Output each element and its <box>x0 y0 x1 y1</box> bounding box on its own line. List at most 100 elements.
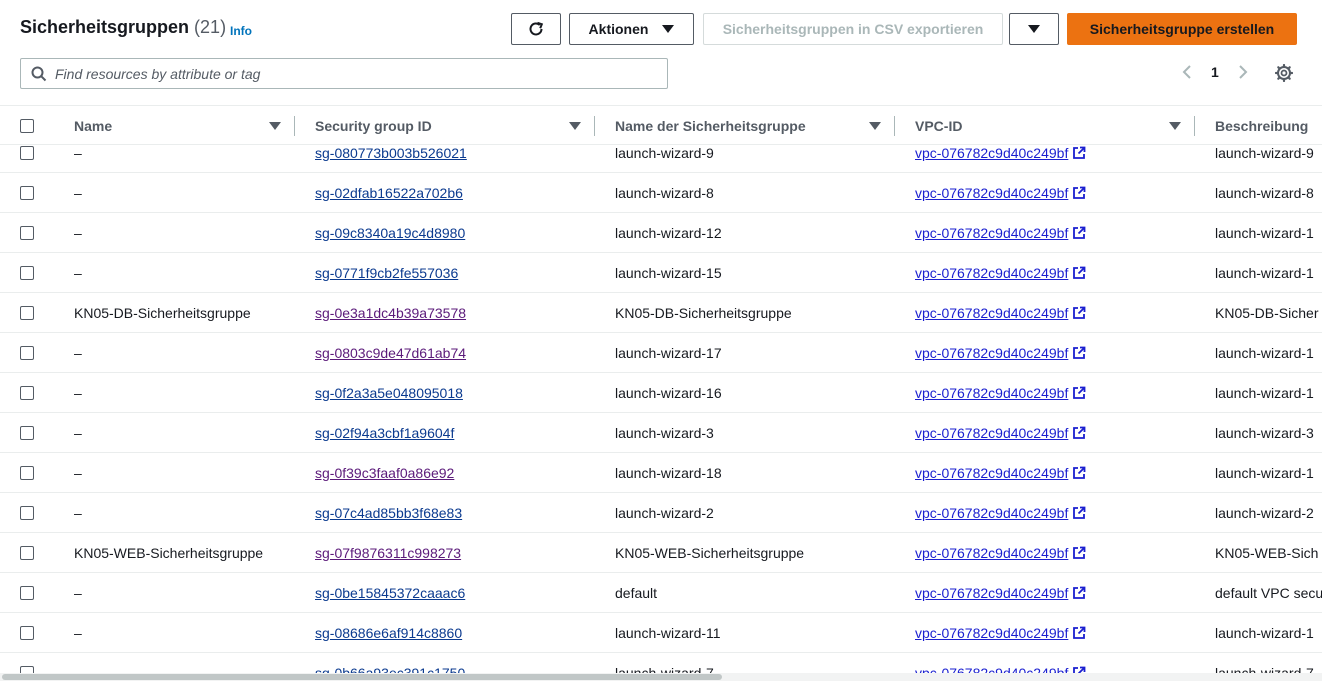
table-row[interactable]: – sg-0771f9cb2fe557036 launch-wizard-15 vpc… <box>0 253 1322 293</box>
refresh-button[interactable] <box>511 13 561 45</box>
vpc-id-link[interactable]: vpc-076782c9d40c249bf <box>915 613 1086 652</box>
column-header-sg-name[interactable]: Name der Sicherheitsgruppe <box>615 106 806 146</box>
vpc-id-link[interactable]: vpc-076782c9d40c249bf <box>915 373 1086 412</box>
table-row[interactable]: – sg-02f94a3cbf1a9604f launch-wizard-3 vpc-… <box>0 413 1322 453</box>
table-row[interactable]: KN05-WEB-Sicherheitsgruppe sg-07f9876311c… <box>0 533 1322 573</box>
vpc-id-link[interactable]: vpc-076782c9d40c249bf <box>915 413 1086 452</box>
security-group-id-link[interactable]: sg-02dfab16522a702b6 <box>315 173 463 212</box>
row-checkbox[interactable] <box>20 666 34 673</box>
table-row[interactable]: – sg-0f2a3a5e048095018 launch-wizard-16 vpc… <box>0 373 1322 413</box>
sort-caret-icon[interactable] <box>1169 122 1181 130</box>
horizontal-scrollbar[interactable] <box>0 673 1322 681</box>
vpc-id-link[interactable]: vpc-076782c9d40c249bf <box>915 573 1086 612</box>
row-checkbox[interactable] <box>20 506 34 520</box>
table-row[interactable]: KN05-DB-Sicherheitsgruppe sg-0e3a1dc4b39a… <box>0 293 1322 333</box>
table-row[interactable]: – sg-09c8340a19c4d8980 launch-wizard-12 vpc… <box>0 213 1322 253</box>
table-row[interactable]: – sg-07c4ad85bb3f68e83 launch-wizard-2 vpc-… <box>0 493 1322 533</box>
security-group-id-link[interactable]: sg-0771f9cb2fe557036 <box>315 253 458 292</box>
security-group-id-link[interactable]: sg-0f2a3a5e048095018 <box>315 373 463 412</box>
table-row[interactable]: – sg-0b66a93ec391c1750 launch-wizard-7 vpc-… <box>0 653 1322 673</box>
vpc-id-link[interactable]: vpc-076782c9d40c249bf <box>915 333 1086 372</box>
sort-caret-icon[interactable] <box>869 122 881 130</box>
vpc-id-text: vpc-076782c9d40c249bf <box>915 464 1069 481</box>
table-row[interactable]: – sg-08686e6af914c8860 launch-wizard-11 vpc… <box>0 613 1322 653</box>
sort-caret-icon[interactable] <box>569 122 581 130</box>
cell-description: launch-wizard-1 <box>1215 344 1314 361</box>
vpc-id-link[interactable]: vpc-076782c9d40c249bf <box>915 146 1086 172</box>
column-resizer[interactable] <box>894 116 895 136</box>
export-csv-button[interactable]: Sicherheitsgruppen in CSV exportieren <box>703 13 1003 45</box>
external-link-icon <box>1073 586 1086 599</box>
create-security-group-button[interactable]: Sicherheitsgruppe erstellen <box>1067 13 1297 45</box>
cell-name: – <box>74 344 82 361</box>
vpc-id-text: vpc-076782c9d40c249bf <box>915 344 1069 361</box>
security-group-id-link[interactable]: sg-0be15845372caaac6 <box>315 573 465 612</box>
vpc-id-link[interactable]: vpc-076782c9d40c249bf <box>915 253 1086 292</box>
column-header-name[interactable]: Name <box>74 106 112 146</box>
row-checkbox[interactable] <box>20 186 34 200</box>
chevron-down-icon <box>1028 25 1040 33</box>
security-group-id-link[interactable]: sg-0f39c3faaf0a86e92 <box>315 453 454 492</box>
row-checkbox[interactable] <box>20 266 34 280</box>
row-checkbox[interactable] <box>20 546 34 560</box>
row-checkbox[interactable] <box>20 146 34 160</box>
security-group-id-link[interactable]: sg-080773b003b526021 <box>315 146 467 172</box>
row-checkbox[interactable] <box>20 426 34 440</box>
vpc-id-link[interactable]: vpc-076782c9d40c249bf <box>915 533 1086 572</box>
security-group-id-link[interactable]: sg-0e3a1dc4b39a73578 <box>315 293 466 332</box>
table-row[interactable]: – sg-02dfab16522a702b6 launch-wizard-8 vpc-… <box>0 173 1322 213</box>
security-group-id-link[interactable]: sg-08686e6af914c8860 <box>315 613 462 652</box>
info-link[interactable]: Info <box>230 24 252 38</box>
table-row[interactable]: – sg-0f39c3faaf0a86e92 launch-wizard-18 vpc… <box>0 453 1322 493</box>
vpc-id-link[interactable]: vpc-076782c9d40c249bf <box>915 493 1086 532</box>
row-checkbox[interactable] <box>20 586 34 600</box>
row-checkbox[interactable] <box>20 466 34 480</box>
vpc-id-link[interactable]: vpc-076782c9d40c249bf <box>915 453 1086 492</box>
vpc-id-link[interactable]: vpc-076782c9d40c249bf <box>915 213 1086 252</box>
vpc-id-link[interactable]: vpc-076782c9d40c249bf <box>915 293 1086 332</box>
security-group-id-link[interactable]: sg-07f9876311c998273 <box>315 533 461 572</box>
table-row[interactable]: – sg-080773b003b526021 launch-wizard-9 vpc-… <box>0 146 1322 173</box>
previous-page-icon[interactable] <box>1181 64 1193 85</box>
sort-caret-icon[interactable] <box>269 122 281 130</box>
scrollbar-thumb[interactable] <box>2 674 722 680</box>
create-label: Sicherheitsgruppe erstellen <box>1089 21 1275 37</box>
security-group-id-link[interactable]: sg-09c8340a19c4d8980 <box>315 213 465 252</box>
page-number[interactable]: 1 <box>1211 64 1219 80</box>
cell-name: KN05-DB-Sicherheitsgruppe <box>74 304 251 321</box>
security-group-id-link[interactable]: sg-07c4ad85bb3f68e83 <box>315 493 462 532</box>
external-link-icon <box>1073 546 1086 559</box>
table-row[interactable]: – sg-0803c9de47d61ab74 launch-wizard-17 vpc… <box>0 333 1322 373</box>
column-resizer[interactable] <box>294 116 295 136</box>
column-header-vpc-id[interactable]: VPC-ID <box>915 106 962 146</box>
security-group-id-link[interactable]: sg-0b66a93ec391c1750 <box>315 653 465 674</box>
cell-sg-name: launch-wizard-12 <box>615 224 722 241</box>
table-row[interactable]: – sg-0be15845372caaac6 default vpc-076782c9… <box>0 573 1322 613</box>
row-checkbox[interactable] <box>20 346 34 360</box>
external-link-icon <box>1073 626 1086 639</box>
row-checkbox[interactable] <box>20 626 34 640</box>
row-checkbox[interactable] <box>20 386 34 400</box>
search-input[interactable] <box>55 65 635 82</box>
vpc-id-text: vpc-076782c9d40c249bf <box>915 544 1069 561</box>
column-header-sg-id[interactable]: Security group ID <box>315 106 432 146</box>
row-checkbox[interactable] <box>20 306 34 320</box>
gear-icon[interactable] <box>1275 64 1293 82</box>
actions-dropdown-button[interactable]: Aktionen <box>569 13 694 45</box>
row-checkbox[interactable] <box>20 226 34 240</box>
next-page-icon[interactable] <box>1237 64 1249 85</box>
vpc-id-link[interactable]: vpc-076782c9d40c249bf <box>915 653 1086 673</box>
security-group-id-link[interactable]: sg-0803c9de47d61ab74 <box>315 333 466 372</box>
column-resizer[interactable] <box>1194 116 1195 136</box>
vpc-id-link[interactable]: vpc-076782c9d40c249bf <box>915 173 1086 212</box>
security-group-id-link[interactable]: sg-02f94a3cbf1a9604f <box>315 413 454 452</box>
vpc-id-text: vpc-076782c9d40c249bf <box>915 664 1069 674</box>
cell-description: KN05-DB-Sicher <box>1215 304 1319 321</box>
column-resizer[interactable] <box>594 116 595 136</box>
column-header-description[interactable]: Beschreibung <box>1215 106 1308 146</box>
export-dropdown-button[interactable] <box>1009 13 1059 45</box>
cell-sg-name: launch-wizard-15 <box>615 264 722 281</box>
search-bar[interactable] <box>20 58 668 89</box>
security-groups-page: Sicherheitsgruppen (21) Info Aktionen Si… <box>0 0 1322 681</box>
select-all-checkbox[interactable] <box>20 119 34 133</box>
